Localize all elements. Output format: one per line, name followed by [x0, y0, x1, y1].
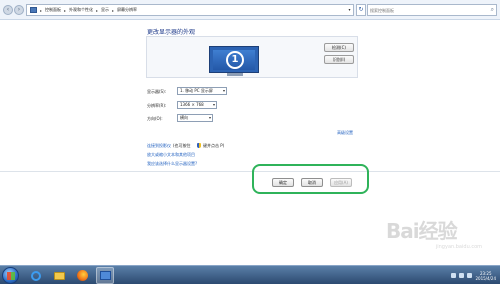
forward-button[interactable]: › — [14, 5, 24, 15]
flag-icon[interactable] — [467, 273, 473, 278]
forward-arrow-icon: › — [17, 6, 21, 13]
text-size-link[interactable]: 放大或缩小文本和其他项目 — [147, 152, 195, 158]
divider — [0, 171, 500, 172]
resolution-select[interactable]: 1366 × 768 ▾ — [177, 101, 217, 109]
display-label: 显示器(S): — [147, 89, 167, 94]
choose-settings-link[interactable]: 我应该选择什么显示器设置? — [147, 161, 197, 167]
breadcrumb-separator: ▸ — [64, 7, 67, 13]
resolution-label: 分辨率(R): — [147, 103, 167, 108]
monitor-number: 1 — [226, 51, 244, 69]
monitor-stand — [227, 73, 243, 76]
resolution-select-value: 1366 × 768 — [180, 102, 204, 107]
control-panel-icon — [99, 271, 111, 280]
monitor-icon[interactable]: 1 — [209, 46, 259, 73]
display-select[interactable]: 1. 移动 PC 显示屏 ▾ — [177, 87, 227, 95]
folder-icon — [53, 271, 65, 280]
breadcrumb-item-display[interactable]: 显示 — [101, 7, 109, 13]
firefox-icon — [76, 270, 88, 281]
chevron-down-icon: ▾ — [208, 115, 211, 120]
detect-button[interactable]: 检测(C) — [324, 43, 354, 52]
watermark-url: jingyan.baidu.com — [435, 244, 482, 250]
projector-hint-key: 键并点击 P) — [203, 143, 225, 148]
start-button[interactable] — [2, 267, 19, 284]
refresh-icon: ↻ — [358, 6, 364, 13]
breadcrumb-separator: ▸ — [40, 7, 43, 13]
search-icon[interactable]: ⌕ — [491, 6, 494, 14]
search-input[interactable] — [368, 5, 486, 15]
refresh-button[interactable]: ↻ — [356, 4, 366, 16]
taskbar: 23:25 2015/4/24 — [0, 265, 500, 284]
breadcrumb-item-control-panel[interactable]: 控制面板 — [45, 7, 61, 13]
chevron-down-icon: ▾ — [222, 88, 225, 93]
system-tray: 23:25 2015/4/24 — [451, 268, 496, 283]
taskbar-firefox-button[interactable] — [73, 267, 91, 284]
address-dropdown-button[interactable]: ▾ — [345, 4, 354, 16]
back-button[interactable]: ‹ — [3, 5, 13, 15]
internet-explorer-icon — [31, 270, 41, 281]
control-panel-icon — [30, 7, 37, 13]
breadcrumb-separator: ▸ — [96, 7, 99, 13]
search-box[interactable]: ⌕ — [367, 4, 497, 16]
breadcrumb-item-resolution[interactable]: 屏幕分辨率 — [117, 7, 137, 13]
chevron-down-icon: ▾ — [212, 102, 215, 107]
taskbar-explorer-button[interactable] — [50, 267, 68, 284]
advanced-settings-link[interactable]: 高级设置 — [337, 130, 353, 136]
projector-hint: (也可按住 — [173, 143, 191, 148]
highlight-annotation — [252, 164, 369, 194]
back-arrow-icon: ‹ — [6, 6, 10, 13]
monitor-screen: 1 — [213, 50, 255, 70]
watermark-logo: Bai经验 — [386, 219, 458, 243]
watermark: Bai经验 jingyan.baidu.com — [386, 215, 486, 255]
orientation-select[interactable]: 横向 ▾ — [177, 114, 213, 122]
windows-key-icon — [197, 143, 201, 148]
orientation-label: 方向(O): — [147, 116, 163, 121]
orientation-select-value: 横向 — [180, 115, 188, 120]
volume-icon[interactable] — [459, 273, 465, 278]
chevron-down-icon: ▾ — [348, 7, 351, 12]
breadcrumb[interactable]: ▸ 控制面板 ▸ 外观和个性化 ▸ 显示 ▸ 屏幕分辨率 — [26, 4, 354, 16]
breadcrumb-item-appearance[interactable]: 外观和个性化 — [69, 7, 93, 13]
address-bar: ‹ › ▸ 控制面板 ▸ 外观和个性化 ▸ 显示 ▸ 屏幕分辨率 ▾ ↻ ⌕ — [0, 0, 500, 20]
display-select-value: 1. 移动 PC 显示屏 — [180, 88, 213, 93]
clock-date: 2015/4/24 — [475, 275, 496, 281]
clock[interactable]: 23:25 2015/4/24 — [475, 271, 496, 281]
breadcrumb-separator: ▸ — [112, 7, 115, 13]
identify-button[interactable]: 识别(I) — [324, 55, 354, 64]
connect-projector-link[interactable]: 连接到投影仪 — [147, 143, 171, 149]
network-icon[interactable] — [451, 273, 457, 278]
monitor-preview: 1 检测(C) 识别(I) — [146, 36, 358, 78]
windows-logo-icon — [7, 272, 15, 280]
taskbar-ie-button[interactable] — [27, 267, 45, 284]
taskbar-control-panel-button[interactable] — [96, 267, 114, 284]
page-title: 更改显示器的外观 — [147, 29, 196, 36]
